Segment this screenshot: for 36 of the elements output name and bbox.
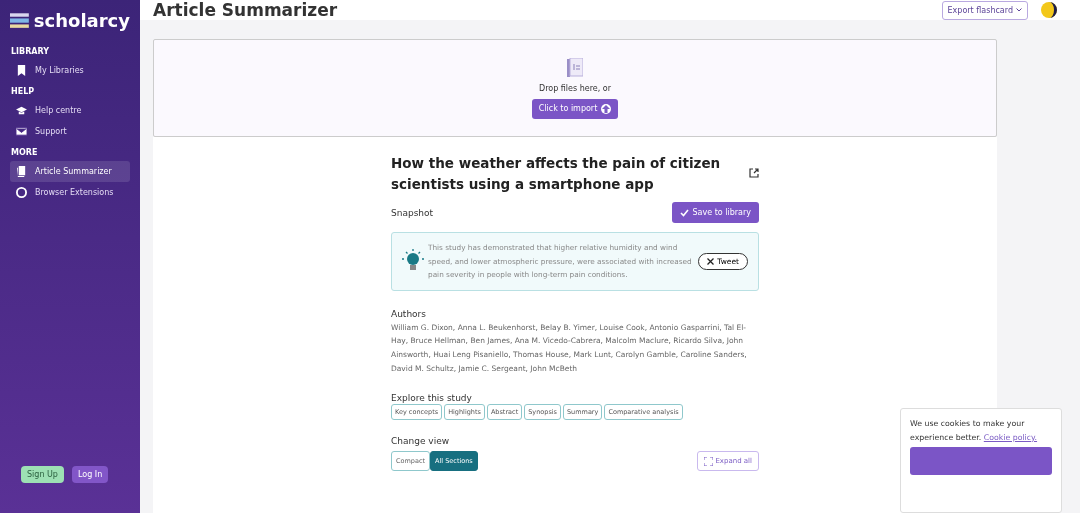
sidebar-item[interactable]: Support: [10, 121, 130, 142]
document-icon: [567, 57, 583, 78]
section-heading: LIBRARY: [11, 47, 51, 56]
section-heading: MORE: [11, 148, 39, 157]
circle-icon: [16, 187, 27, 198]
dropzone[interactable]: Drop files here, or Click to import: [153, 39, 997, 137]
bookmark-icon: [16, 65, 27, 76]
expand-icon: [704, 456, 714, 466]
log-in-button[interactable]: Log In: [71, 466, 109, 483]
graduation-cap-icon: [16, 105, 27, 116]
caret-icon: [1016, 8, 1022, 12]
save-to-library-button[interactable]: Save to library: [671, 202, 759, 223]
import-button[interactable]: Click to import: [531, 98, 619, 119]
logo-icon: [10, 10, 29, 31]
moon-icon[interactable]: [1040, 1, 1058, 19]
sidebar-item[interactable]: Browser Extensions: [10, 182, 130, 203]
logo-text: scholarcy: [33, 10, 130, 31]
sidebar-item[interactable]: Help centre: [10, 100, 130, 121]
envelope-icon: [16, 126, 27, 137]
section-heading: HELP: [11, 87, 36, 96]
drop-hint: Drop files here, or: [539, 83, 611, 93]
sidebar-item[interactable]: Article Summarizer: [10, 161, 130, 182]
upload-icon: [601, 103, 612, 114]
sign-up-button[interactable]: Sign Up: [21, 466, 64, 483]
sidebar-item[interactable]: My Libraries: [10, 60, 130, 81]
article-title: How the weather affects the pain of citizen scientists using a smartphone app: [391, 154, 722, 194]
explore-heading: Explore this study: [391, 393, 473, 404]
export-dropdown[interactable]: Export flashcard: [941, 0, 1028, 20]
view-heading: Change view: [391, 436, 451, 447]
checkmark-icon: [679, 208, 689, 217]
document-icon: [16, 166, 27, 177]
external-link-icon[interactable]: [749, 168, 759, 178]
authors-heading: Authors: [391, 308, 427, 319]
snapshot-label: Snapshot: [391, 207, 434, 218]
page-title: Article Summarizer: [153, 0, 339, 20]
x-logo-icon: [707, 257, 715, 265]
